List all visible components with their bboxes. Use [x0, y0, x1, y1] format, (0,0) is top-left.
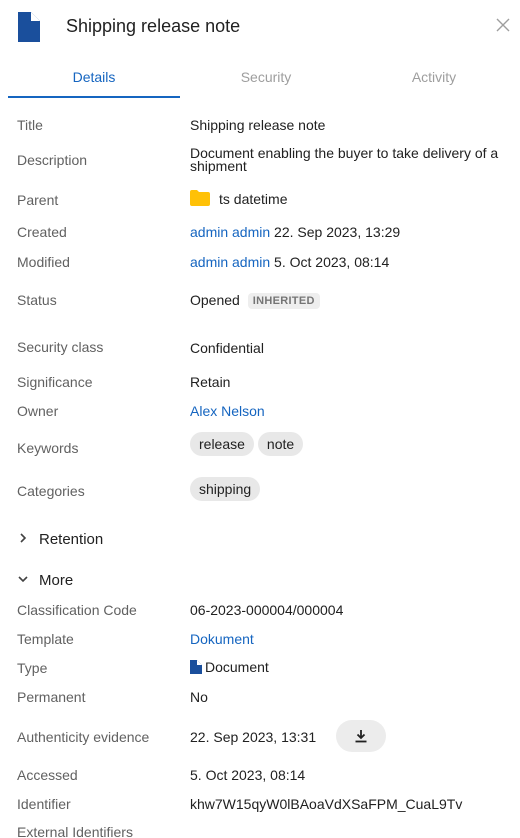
- panel-header: Shipping release note: [0, 0, 520, 58]
- template-label: Template: [17, 631, 74, 647]
- document-detail-panel: Shipping release note Details Security A…: [0, 0, 520, 838]
- parent-label: Parent: [17, 192, 59, 208]
- status-text: Opened: [190, 292, 240, 308]
- tab-details[interactable]: Details: [8, 58, 180, 98]
- external-identifiers-label: External Identifiers: [17, 824, 133, 838]
- keywords-label: Keywords: [17, 440, 79, 456]
- keywords-value: release note: [190, 432, 307, 456]
- modified-label: Modified: [17, 254, 70, 270]
- document-type-icon: [190, 660, 202, 674]
- accessed-label: Accessed: [17, 767, 78, 783]
- more-section-label: More: [39, 572, 74, 589]
- parent-name: ts datetime: [219, 191, 288, 207]
- category-chip[interactable]: shipping: [190, 477, 261, 501]
- created-value: admin admin 22. Sep 2023, 13:29: [190, 224, 400, 240]
- authenticity-evidence-label: Authenticity evidence: [17, 729, 150, 745]
- template-link[interactable]: Dokument: [190, 631, 254, 647]
- permanent-value: No: [190, 689, 208, 705]
- tab-bar: Details Security Activity: [8, 58, 512, 98]
- significance-value: Retain: [190, 374, 231, 390]
- modified-value: admin admin 5. Oct 2023, 08:14: [190, 254, 389, 270]
- chevron-down-icon: [18, 576, 28, 583]
- categories-value: shipping: [190, 477, 264, 501]
- folder-icon: [190, 190, 210, 206]
- keyword-chip[interactable]: note: [257, 432, 304, 456]
- type-label: Type: [17, 660, 48, 676]
- parent-value[interactable]: ts datetime: [190, 190, 287, 207]
- tab-security[interactable]: Security: [180, 58, 352, 98]
- significance-label: Significance: [17, 374, 93, 390]
- authenticity-evidence-value: 22. Sep 2023, 13:31: [190, 729, 317, 745]
- status-badge: INHERITED: [247, 293, 320, 309]
- title-label: Title: [17, 117, 43, 133]
- security-class-value: Confidential: [190, 340, 264, 356]
- type-value: Document: [190, 659, 269, 675]
- download-evidence-button[interactable]: [336, 720, 386, 752]
- classification-code-value: 06-2023-000004/000004: [190, 602, 344, 618]
- status-value: Opened INHERITED: [190, 292, 320, 309]
- identifier-label: Identifier: [17, 796, 71, 812]
- permanent-label: Permanent: [17, 689, 86, 705]
- categories-label: Categories: [17, 483, 85, 499]
- created-label: Created: [17, 224, 67, 240]
- classification-code-label: Classification Code: [17, 602, 137, 618]
- chevron-right-icon: [20, 533, 27, 543]
- keyword-chip[interactable]: release: [190, 432, 254, 456]
- retention-section-toggle[interactable]: Retention: [17, 531, 103, 548]
- description-value: Document enabling the buyer to take deli…: [190, 145, 499, 174]
- title-value: Shipping release note: [190, 117, 326, 133]
- download-icon: [355, 730, 367, 743]
- document-icon: [18, 12, 40, 42]
- description-label: Description: [17, 152, 88, 168]
- status-label: Status: [17, 292, 57, 308]
- retention-section-label: Retention: [39, 531, 104, 548]
- accessed-value: 5. Oct 2023, 08:14: [190, 767, 306, 783]
- owner-label: Owner: [17, 403, 59, 419]
- security-class-label: Security class: [17, 339, 104, 355]
- identifier-value: khw7W15qyW0lBAoaVdXSaFPM_CuaL9Tv: [190, 796, 463, 812]
- modified-by-user-link[interactable]: admin admin: [190, 254, 270, 270]
- close-icon[interactable]: [494, 16, 512, 34]
- owner-link[interactable]: Alex Nelson: [190, 403, 265, 419]
- type-text: Document: [205, 659, 269, 675]
- modified-date: 5. Oct 2023, 08:14: [274, 254, 390, 270]
- created-by-user-link[interactable]: admin admin: [190, 224, 270, 240]
- more-section-toggle[interactable]: More: [17, 572, 73, 589]
- active-tab-indicator: [8, 96, 180, 98]
- tab-activity[interactable]: Activity: [348, 58, 520, 98]
- panel-title: Shipping release note: [66, 16, 241, 36]
- created-date: 22. Sep 2023, 13:29: [274, 224, 401, 240]
